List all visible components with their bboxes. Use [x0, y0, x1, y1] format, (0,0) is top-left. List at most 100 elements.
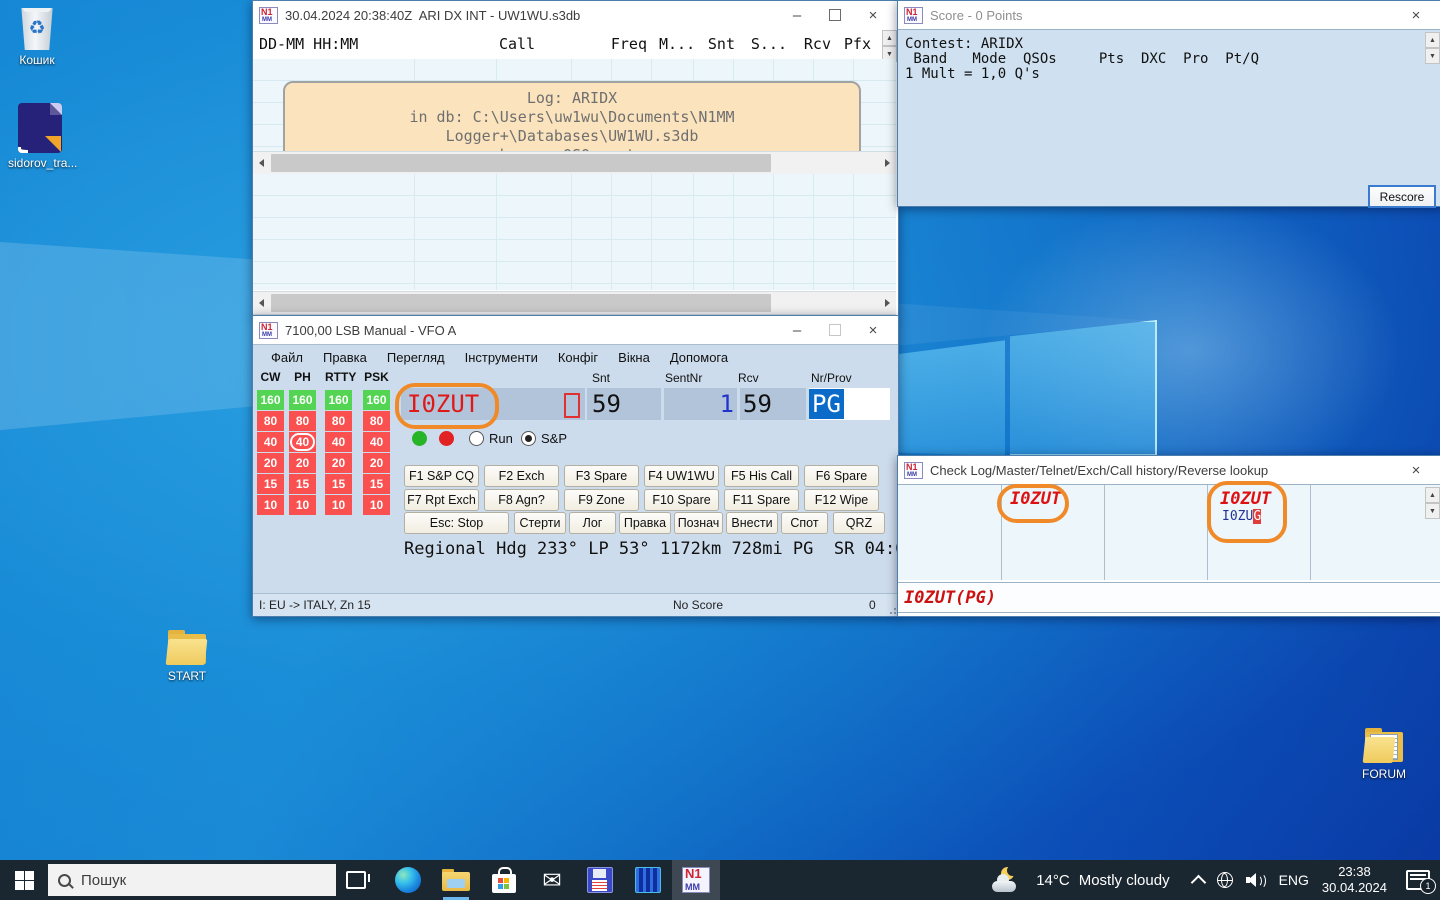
action-button-spot[interactable]: Спот	[781, 512, 828, 534]
resize-grip[interactable]	[886, 604, 896, 614]
language-indicator[interactable]: ENG	[1279, 872, 1309, 888]
band-button-rtty-80[interactable]: 80	[325, 411, 352, 431]
desktop-icon-sidorov-file[interactable]: sidorov_tra...	[8, 103, 72, 170]
log-column-header[interactable]: Pfx	[837, 35, 877, 53]
band-button-rtty-160[interactable]: 160	[325, 390, 352, 410]
action-button-store[interactable]: Внести	[726, 512, 778, 534]
weather-text[interactable]: Mostly cloudy	[1079, 872, 1170, 889]
fkey-button-f3[interactable]: F3 Spare	[564, 465, 639, 487]
fkey-button-f4[interactable]: F4 UW1WU	[644, 465, 719, 487]
log-column-header[interactable]: Snt	[695, 35, 741, 53]
score-window-titlebar[interactable]: N1MM Score - 0 Points ×	[898, 1, 1440, 29]
close-button[interactable]: ×	[854, 317, 892, 343]
start-button[interactable]	[0, 860, 48, 900]
action-button-mark[interactable]: Познач	[674, 512, 723, 534]
clock[interactable]: 23:38 30.04.2024	[1322, 864, 1387, 896]
fkey-button-f8[interactable]: F8 Agn?	[484, 489, 559, 511]
desktop-icon-recycle-bin[interactable]: ♻ Кошик	[5, 8, 69, 67]
log-column-header[interactable]: DD-MM HH:MM	[253, 35, 447, 53]
fkey-button-f10[interactable]: F10 Spare	[644, 489, 719, 511]
desktop-icon-forum-folder[interactable]: FORUM	[1352, 728, 1416, 781]
taskbar-archive-app[interactable]	[624, 860, 672, 900]
band-button-ph-160[interactable]: 160	[289, 390, 316, 410]
band-button-ph-10[interactable]: 10	[289, 495, 316, 515]
scroll-up-arrow[interactable]: ▲	[1425, 32, 1440, 48]
speaker-icon[interactable]	[1246, 872, 1266, 888]
action-button-log[interactable]: Лог	[569, 512, 616, 534]
fkey-button-f5[interactable]: F5 His Call	[724, 465, 799, 487]
menu-6[interactable]: Вікна	[608, 350, 660, 365]
band-button-rtty-15[interactable]: 15	[325, 474, 352, 494]
fkey-button-f9[interactable]: F9 Zone	[564, 489, 639, 511]
log-column-header[interactable]: M...	[653, 35, 695, 53]
band-button-rtty-20[interactable]: 20	[325, 453, 352, 473]
sp-radio[interactable]: S&P	[521, 431, 567, 446]
band-button-ph-20[interactable]: 20	[289, 453, 316, 473]
scroll-up-arrow[interactable]: ▲	[1425, 487, 1440, 503]
band-button-psk-10[interactable]: 10	[363, 495, 390, 515]
check-window-titlebar[interactable]: N1MM Check Log/Master/Telnet/Exch/Call h…	[898, 456, 1440, 484]
menu-2[interactable]: Правка	[313, 350, 377, 365]
band-button-rtty-40[interactable]: 40	[325, 432, 352, 452]
band-button-cw-80[interactable]: 80	[257, 411, 284, 431]
taskbar-n1mm[interactable]: N1MM	[672, 860, 720, 900]
scroll-up-arrow[interactable]: ▲	[882, 30, 897, 46]
nrprov-input[interactable]: PG	[809, 388, 890, 420]
snt-input[interactable]: 59	[587, 388, 661, 420]
log-column-header[interactable]: Freq	[587, 35, 653, 53]
log-hscrollbar-lower[interactable]	[253, 291, 896, 315]
scroll-down-arrow[interactable]: ▼	[1425, 503, 1440, 519]
run-radio[interactable]: Run	[469, 431, 513, 446]
taskbar-floppy-app[interactable]	[576, 860, 624, 900]
fkey-button-f12[interactable]: F12 Wipe	[804, 489, 879, 511]
taskbar-store[interactable]	[480, 860, 528, 900]
close-button[interactable]: ×	[1397, 2, 1435, 28]
log-column-header[interactable]: Rcv	[793, 35, 837, 53]
rescore-button[interactable]: Rescore	[1368, 185, 1436, 208]
band-button-ph-80[interactable]: 80	[289, 411, 316, 431]
fkey-button-f7[interactable]: F7 Rpt Exch	[404, 489, 479, 511]
notification-center-icon[interactable]: 1	[1406, 870, 1430, 890]
log-vertical-scrollbar[interactable]: ▲ ▼	[882, 30, 897, 62]
band-button-rtty-10[interactable]: 10	[325, 495, 352, 515]
weather-temp[interactable]: 14°C	[1036, 872, 1070, 889]
band-button-ph-40[interactable]: 40	[289, 432, 316, 452]
network-globe-icon[interactable]	[1217, 872, 1233, 888]
fkey-button-f11[interactable]: F11 Spare	[724, 489, 799, 511]
band-button-cw-15[interactable]: 15	[257, 474, 284, 494]
search-input[interactable]	[79, 871, 283, 890]
log-window-titlebar[interactable]: N1MM 30.04.2024 20:38:40Z ARI DX INT - U…	[253, 1, 898, 29]
score-vertical-scrollbar[interactable]: ▲ ▼	[1425, 32, 1440, 64]
band-button-cw-40[interactable]: 40	[257, 432, 284, 452]
weather-icon[interactable]	[991, 867, 1023, 893]
tray-overflow-chevron-icon[interactable]	[1190, 875, 1206, 891]
entry-window-titlebar[interactable]: N1MM 7100,00 LSB Manual - VFO A – ×	[253, 316, 898, 344]
rcv-input[interactable]: 59	[740, 388, 806, 420]
scrollbar-thumb[interactable]	[271, 294, 771, 312]
scrollbar-thumb[interactable]	[271, 154, 771, 172]
menu-5[interactable]: Конфіг	[548, 350, 608, 365]
band-button-ph-15[interactable]: 15	[289, 474, 316, 494]
band-button-psk-80[interactable]: 80	[363, 411, 390, 431]
band-button-cw-160[interactable]: 160	[257, 390, 284, 410]
log-column-header[interactable]: S...	[741, 35, 793, 53]
close-button[interactable]: ×	[854, 2, 892, 28]
close-button[interactable]: ×	[1397, 457, 1435, 483]
desktop-icon-start-folder[interactable]: START	[155, 630, 219, 683]
minimize-button[interactable]: –	[778, 2, 816, 28]
taskbar-edge[interactable]	[384, 860, 432, 900]
menu-7[interactable]: Допомога	[660, 350, 738, 365]
action-button-qrz[interactable]: QRZ	[833, 512, 885, 534]
fkey-button-f1[interactable]: F1 S&P CQ	[404, 465, 479, 487]
menu-1[interactable]: Файл	[261, 350, 313, 365]
scroll-down-arrow[interactable]: ▼	[1425, 48, 1440, 64]
menu-4[interactable]: Інструменти	[455, 350, 548, 365]
fkey-button-f2[interactable]: F2 Exch	[484, 465, 559, 487]
action-button-wipe2[interactable]: Стерти	[514, 512, 566, 534]
menu-3[interactable]: Перегляд	[377, 350, 455, 365]
action-button-esc-stop[interactable]: Esc: Stop	[404, 512, 509, 534]
band-button-psk-15[interactable]: 15	[363, 474, 390, 494]
log-column-header[interactable]: Call	[447, 35, 587, 53]
check-vertical-scrollbar[interactable]: ▲ ▼	[1425, 487, 1440, 519]
sentnr-input[interactable]: 1	[664, 388, 737, 420]
